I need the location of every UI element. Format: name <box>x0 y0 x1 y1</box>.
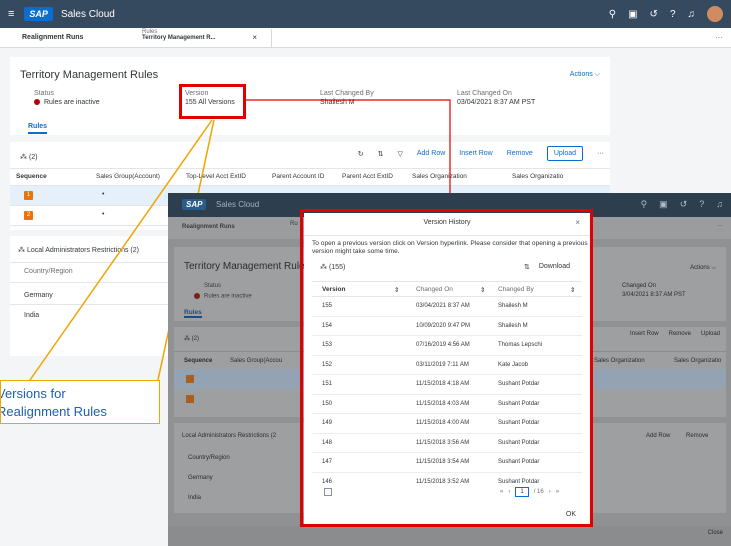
changed-on-value: 3/04/2021 8:37 AM PST <box>622 292 686 298</box>
table-toolbar: ↻ ⇅ ▽ Add Row Insert Row Remove Upload ·… <box>358 146 604 161</box>
remove-button: Remove <box>668 331 691 337</box>
column-sales-group: Sales Group(Accou <box>230 358 283 364</box>
tab-bar: Realignment Runs Rules Territory Managem… <box>0 28 731 48</box>
filter-icon[interactable]: ▽ <box>397 150 402 158</box>
actions-button[interactable]: Actions ⌵ <box>570 71 600 79</box>
upload-button[interactable]: Upload <box>546 146 583 161</box>
inactive-dot-icon <box>194 293 200 299</box>
menu-icon[interactable]: ≡ <box>8 8 14 20</box>
tab-rules: Rules <box>184 309 202 318</box>
add-row-button[interactable]: Add Row <box>417 150 445 157</box>
sequence-badge: 2 <box>24 211 33 220</box>
column-sequence[interactable]: Sequence <box>10 169 90 185</box>
insert-row-button: Insert Row <box>629 331 659 337</box>
upload-button: Upload <box>700 331 720 337</box>
callout-line-1: Versions for <box>0 386 66 401</box>
refresh-icon[interactable]: ↻ <box>358 150 364 158</box>
footer-dimmed: Close <box>168 526 731 546</box>
list-item: Germany <box>188 475 213 481</box>
avatar[interactable] <box>707 6 723 22</box>
search-icon: ⚲ <box>640 199 648 209</box>
changed-by-field: Last Changed By Shailesh M <box>320 90 374 106</box>
search-icon[interactable]: ⚲ <box>609 9 616 20</box>
dialog-highlight-box <box>300 209 593 527</box>
list-item[interactable]: India <box>24 312 39 319</box>
list-item: India <box>188 495 202 501</box>
column-sales-org-2: Sales Organizatio <box>674 358 722 364</box>
table-toolbar: Insert Row Remove Upload <box>630 331 720 337</box>
column-sequence: Sequence <box>184 358 213 364</box>
changed-on-label: Changed On <box>622 283 657 289</box>
callout-box: Versions for Realignment Rules <box>0 380 160 424</box>
admin-title: ⁂ Local Administrators Restrictions (2) <box>18 247 139 254</box>
status-label: Status <box>204 283 222 289</box>
changed-on-field: Last Changed On 03/04/2021 8:37 AM PST <box>457 90 535 106</box>
history-icon: ↺ <box>679 199 688 209</box>
remove-button: Remove <box>686 433 709 439</box>
app-title: Sales Cloud <box>60 8 115 20</box>
sap-logo: SAP <box>182 199 207 210</box>
column-sales-org[interactable]: Sales Organization <box>406 169 506 185</box>
remove-button[interactable]: Remove <box>507 150 533 157</box>
version-highlight-box <box>179 84 246 119</box>
status-value: Rules are inactive <box>34 99 100 106</box>
bell-icon: ♫ <box>716 199 723 209</box>
actions-button: Actions ⌵ <box>690 265 716 271</box>
column-country[interactable]: Country/Region <box>24 268 73 275</box>
shell-icons: ⚲ ▣ ↺ ? ♫ <box>641 199 723 210</box>
tab-realignment-runs[interactable]: Realignment Runs <box>22 34 83 41</box>
history-icon[interactable]: ↺ <box>650 9 658 20</box>
changed-by-value: Shailesh M <box>320 99 355 106</box>
column-parent-ext[interactable]: Parent Acct ExtID <box>336 169 406 185</box>
admin-title: Local Administrators Restrictions (2 <box>182 433 277 439</box>
column-country: Country/Region <box>188 455 230 461</box>
page-title: Territory Management Rules <box>184 261 310 272</box>
column-sales-org: Sales Organization <box>594 358 645 364</box>
shell-bar: ≡ SAP Sales Cloud ⚲ ▣ ↺ ? ♫ <box>0 0 731 28</box>
page-title: Territory Management Rules <box>20 69 159 81</box>
column-sales-org-2[interactable]: Sales Organizatio <box>506 169 610 185</box>
more-icon[interactable]: ··· <box>715 33 723 42</box>
changed-on-value: 03/04/2021 8:37 AM PST <box>457 99 536 106</box>
object-header: Territory Management Rules Actions ⌵ Sta… <box>10 57 610 135</box>
status-field: Status Rules are inactive <box>34 90 100 106</box>
sales-group-cell: • <box>102 211 105 218</box>
sap-logo[interactable]: SAP <box>24 7 53 21</box>
status-label: Status <box>34 90 54 97</box>
sequence-badge <box>186 375 194 383</box>
more-icon[interactable]: ··· <box>597 150 604 157</box>
table-header: Sequence Sales Group(Account) Top-Level … <box>10 168 610 186</box>
chat-icon[interactable]: ▣ <box>628 9 637 20</box>
sort-icon[interactable]: ⇅ <box>378 150 384 158</box>
sequence-badge: 1 <box>24 191 33 200</box>
column-parent-account[interactable]: Parent Account ID <box>266 169 336 185</box>
help-icon: ? <box>699 199 705 209</box>
close-icon[interactable]: × <box>252 33 257 42</box>
tab-rules[interactable]: Rules <box>28 123 48 134</box>
sales-group-cell: • <box>102 191 105 198</box>
tab-territory-rules[interactable]: Rules Territory Management R... × <box>142 29 272 48</box>
tab-realignment-runs: Realignment Runs <box>182 224 235 230</box>
list-item[interactable]: Germany <box>24 292 53 299</box>
callout-line-2: Realignment Rules <box>0 404 107 419</box>
more-icon: ··· <box>717 223 723 229</box>
tab-rules: Ru <box>290 221 298 227</box>
chat-icon: ▣ <box>659 199 668 209</box>
column-top-level[interactable]: Top-Level Acct ExtID <box>180 169 266 185</box>
table-count: ⁂ (2) <box>184 336 200 342</box>
app-title: Sales Cloud <box>216 200 260 209</box>
table-count: ⁂ (2) <box>20 154 38 161</box>
close-button: Close <box>707 530 723 536</box>
shell-actions: ⚲ ▣ ↺ ? ♫ <box>609 6 723 22</box>
help-icon[interactable]: ? <box>670 9 676 20</box>
status-value: Rules are inactive <box>194 293 252 300</box>
changed-on-label: Last Changed On <box>457 90 512 97</box>
insert-row-button[interactable]: Insert Row <box>459 150 492 157</box>
bell-icon[interactable]: ♫ <box>688 9 696 20</box>
inactive-dot-icon <box>34 99 40 106</box>
add-row-button: Add Row <box>646 433 671 439</box>
sequence-badge <box>186 395 194 403</box>
column-sales-group[interactable]: Sales Group(Account) <box>90 169 180 185</box>
changed-by-label: Last Changed By <box>320 90 374 97</box>
